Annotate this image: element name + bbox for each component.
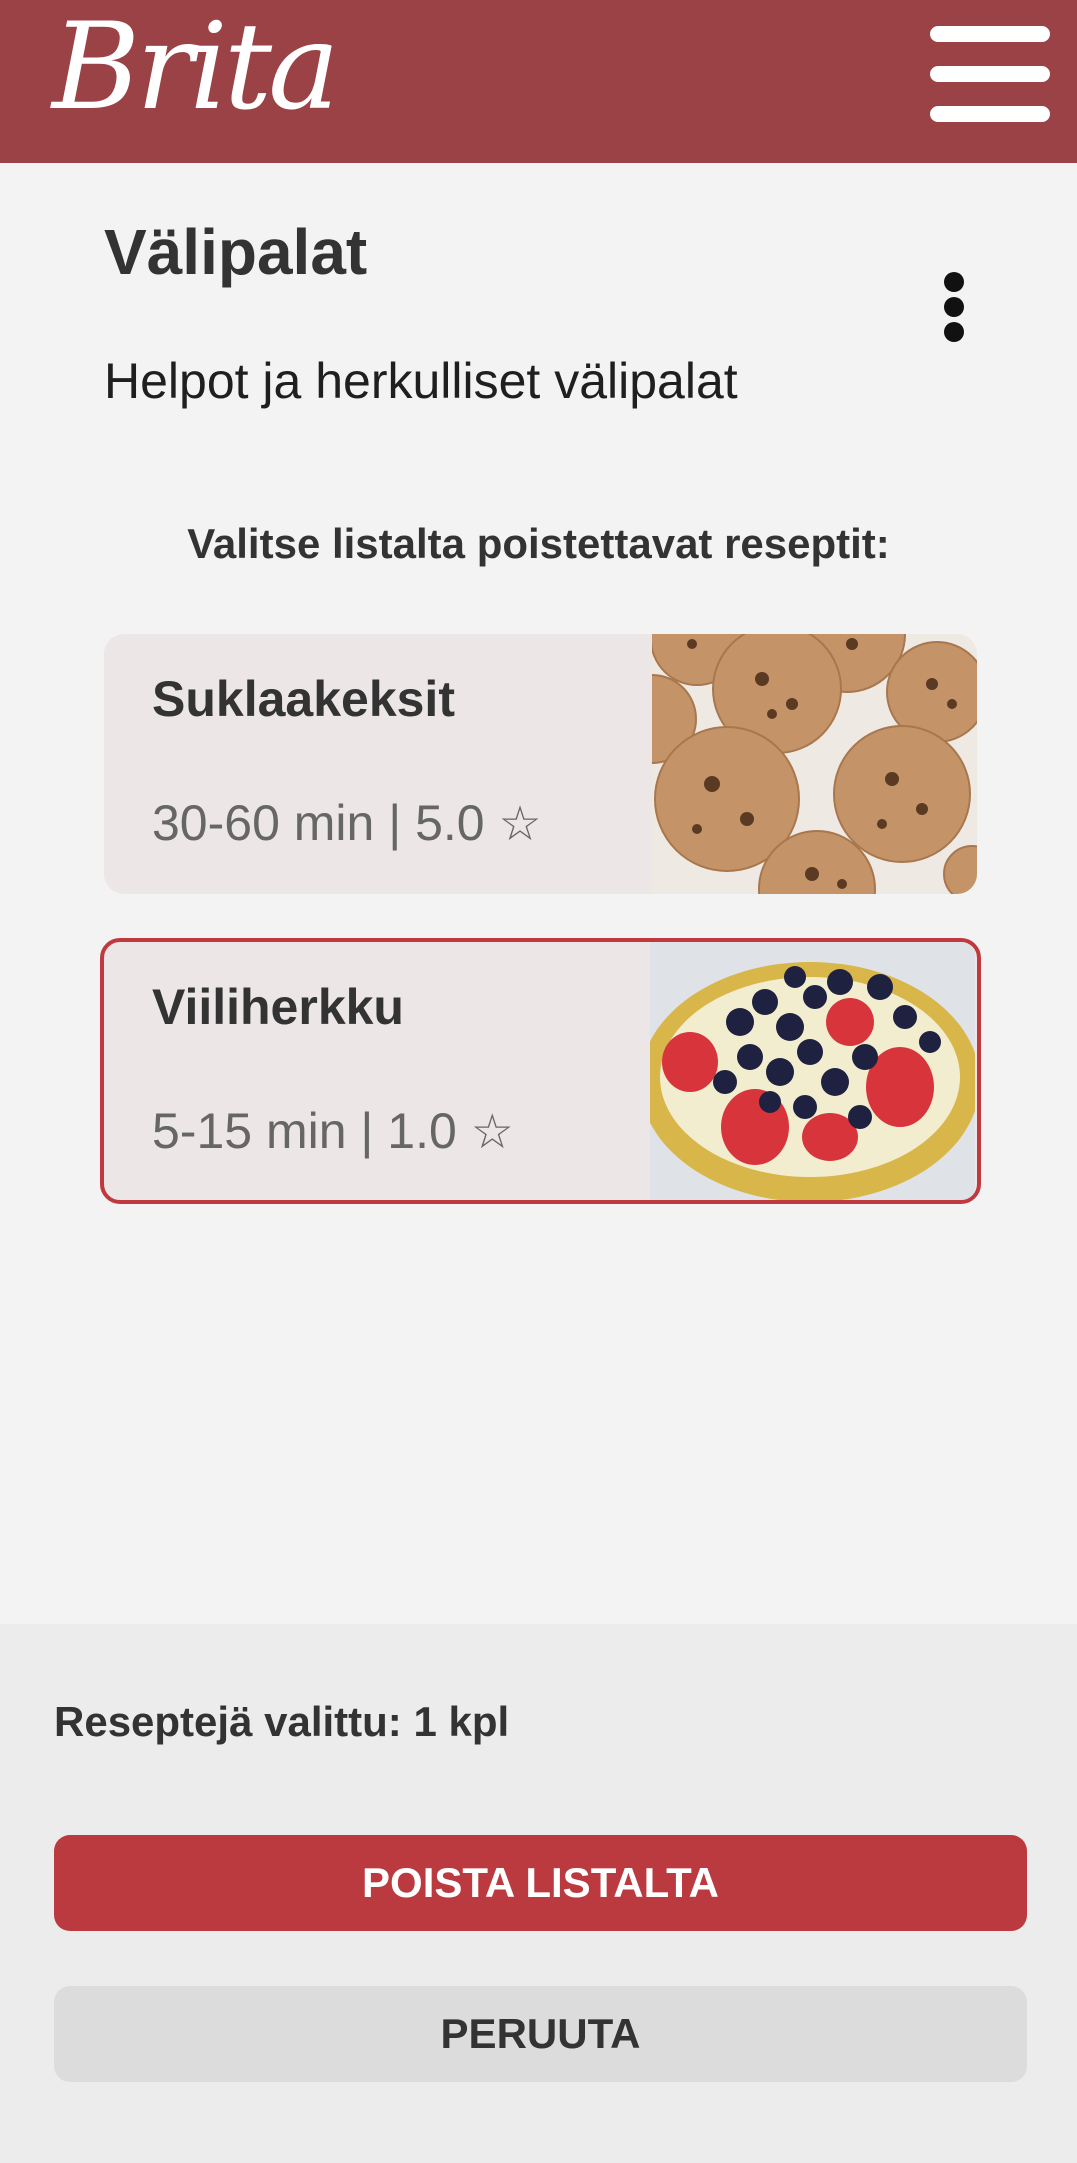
recipe-name: Viiliherkku xyxy=(152,979,404,1035)
recipe-time-rating: 30-60 min | 5.0 xyxy=(152,795,485,851)
app-header: Brita xyxy=(0,0,1077,163)
page-subtitle: Helpot ja herkulliset välipalat xyxy=(104,353,738,409)
chocolate-cookies-photo xyxy=(652,634,977,894)
recipe-card-selected[interactable]: Viiliherkku 5-15 min | 1.0 ☆ xyxy=(100,938,981,1204)
recipe-meta: 5-15 min | 1.0 ☆ xyxy=(152,1102,514,1160)
berry-yogurt-bowl-photo xyxy=(650,942,975,1200)
more-vertical-icon[interactable] xyxy=(934,262,974,352)
selection-instruction: Valitse listalta poistettavat reseptit: xyxy=(187,520,890,567)
brand-logo[interactable]: Brita xyxy=(52,8,340,128)
recipe-meta: 30-60 min | 5.0 ☆ xyxy=(152,794,542,852)
recipe-name: Suklaakeksit xyxy=(152,671,455,727)
page-title: Välipalat xyxy=(104,216,368,288)
hamburger-menu-icon[interactable] xyxy=(926,26,1054,126)
selected-count-text: Reseptejä valittu: 1 kpl xyxy=(54,1698,510,1745)
recipe-card[interactable]: Suklaakeksit 30-60 min | 5.0 ☆ xyxy=(104,634,977,894)
star-icon: ☆ xyxy=(470,1106,514,1159)
cancel-button[interactable]: PERUUTA xyxy=(54,1986,1027,2082)
star-icon: ☆ xyxy=(498,798,542,851)
recipe-time-rating: 5-15 min | 1.0 xyxy=(152,1103,457,1159)
delete-from-list-button[interactable]: POISTA LISTALTA xyxy=(54,1835,1027,1931)
